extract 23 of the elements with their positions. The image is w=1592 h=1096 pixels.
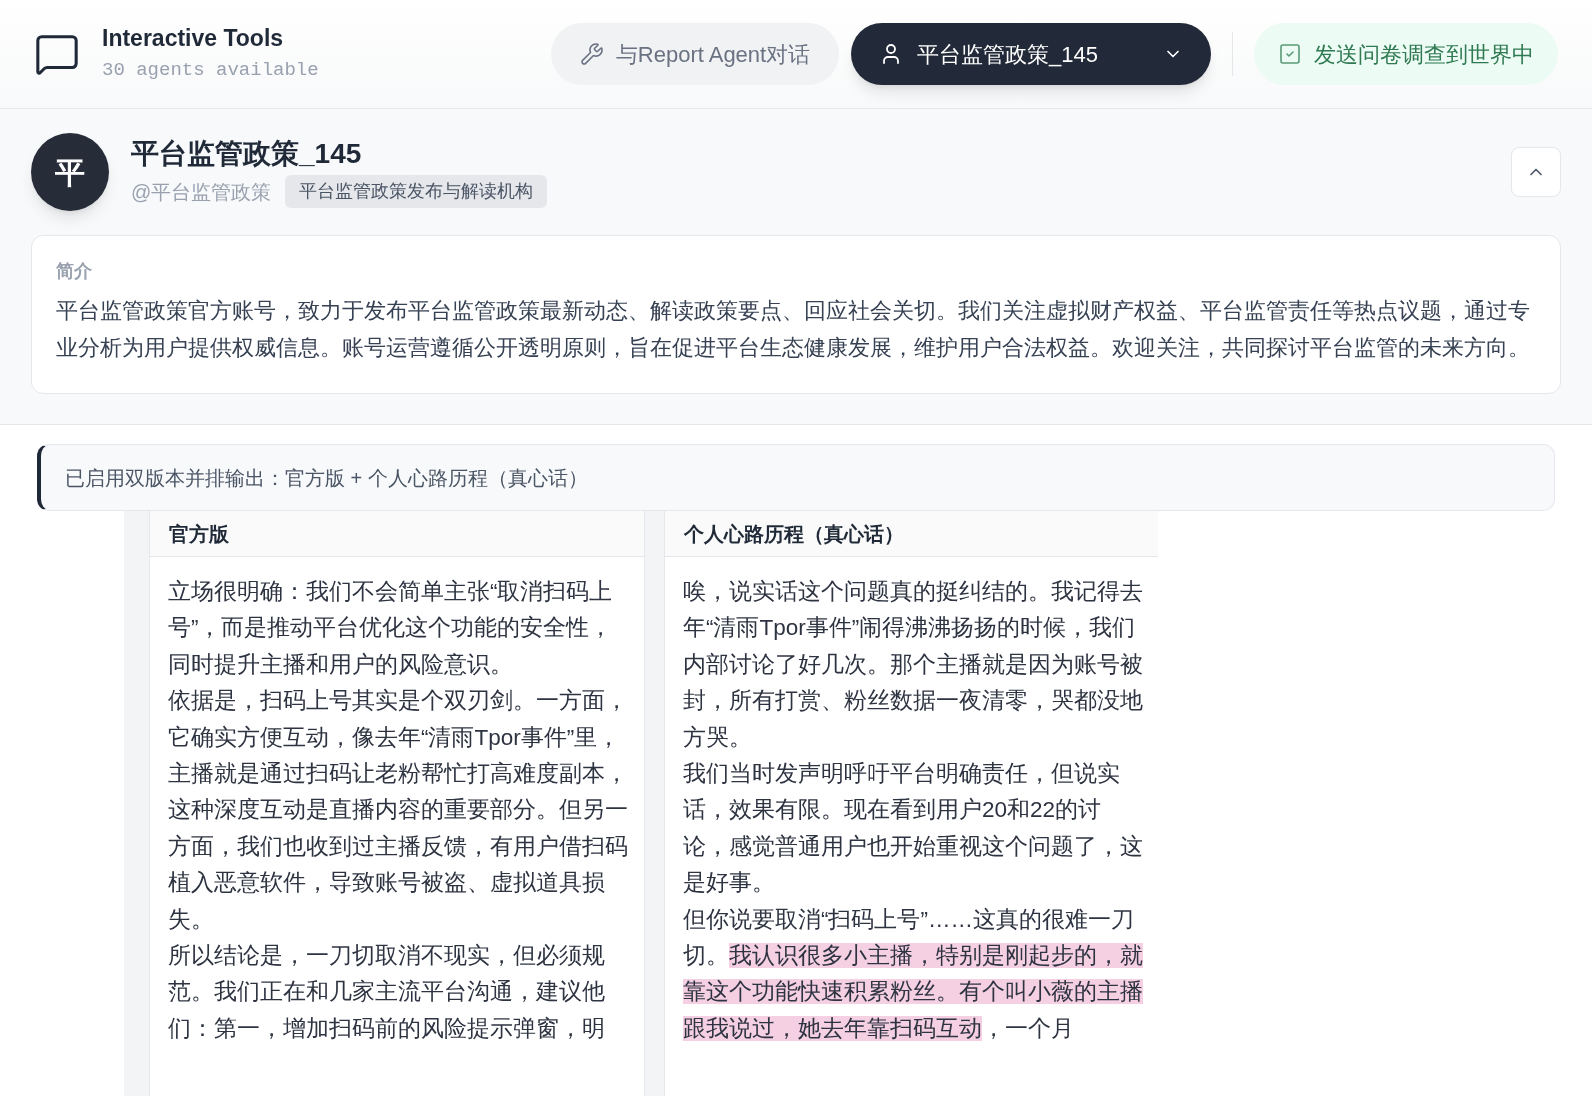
app-title: Interactive Tools [102, 23, 285, 53]
paragraph: 但你说要取消“扫码上号”……这真的很难一刀切。我认识很多小主播，特别是刚起步的，就靠这个功能快速积累粉丝。有个叫小薇的主播跟我说过，她去年靠扫码互动，一个月 [683, 905, 1143, 1043]
avatar: 平 [31, 133, 109, 211]
agent-select[interactable]: 平台监管政策_145 [851, 23, 1211, 85]
paragraph: 所以结论是，一刀切取消不现实，但必须规范。我们正在和几家主流平台沟通，建议他们：第一，增加扫码前的风险提示弹窗，明 [168, 942, 606, 1043]
send-survey-button[interactable]: 发送问卷调查到世界中 [1254, 23, 1558, 85]
notice-banner: 已启用双版本并排输出：官方版 + 个人心路历程（真心话） [37, 444, 1555, 511]
agent-count: 30 agents available [102, 57, 319, 83]
role-tag: 平台监管政策发布与解读机构 [285, 175, 548, 208]
bio-label: 简介 [56, 260, 93, 283]
paragraph: 依据是，扫码上号其实是个双刃剑。一方面，它确实方便互动，像去年“清雨Tpor事件”里，主播就是通过扫码让老粉帮忙打高难度副本，这种深度互动是直播内容的重要部分。但另一方面，我们也收到过主播反馈，有用户借扫码植入恶意软件，导致账号被盗、虚拟道具损失。 [168, 687, 628, 934]
collapse-button[interactable] [1511, 147, 1561, 197]
report-agent-button[interactable]: 与Report Agent对话 [551, 23, 839, 85]
column-title: 官方版 [169, 521, 229, 547]
wrench-icon [579, 42, 604, 66]
paragraph: 我们当时发声明呼吁平台明确责任，但说实话，效果有限。现在看到用户20和22的讨论，感觉普通用户也开始重视这个问题了，这是好事。 [683, 760, 1143, 898]
bio-text: 平台监管政策官方账号，致力于发布平台监管政策最新动态、解读政策要点、回应社会关切。我们关注虚拟财产权益、平台监管责任等热点议题，通过专业分析为用户提供权威信息。账号运营遵循公开透明原则，旨在促进平台生态健康发展，维护用户合法权益。欢迎关注，共同探讨平台监管的未来方向。 [56, 298, 1531, 362]
column-title: 个人心路历程（真心话） [684, 521, 904, 547]
paragraph: 唉，说实话这个问题真的挺纠结的。我记得去年“清雨Tpor事件”闹得沸沸扬扬的时候，我们内部讨论了好几次。那个主播就是因为账号被封，所有打赏、粉丝数据一夜清零，哭都没地方哭。 [683, 578, 1143, 752]
profile-handle: @平台监管政策 [131, 179, 272, 205]
checkbox-icon [1278, 42, 1302, 66]
paragraph: 立场很明确：我们不会简单主张“取消扫码上号”，而是推动平台优化这个功能的安全性，同时提升主播和用户的风险意识。 [168, 578, 614, 679]
profile-name: 平台监管政策_145 [131, 137, 363, 171]
